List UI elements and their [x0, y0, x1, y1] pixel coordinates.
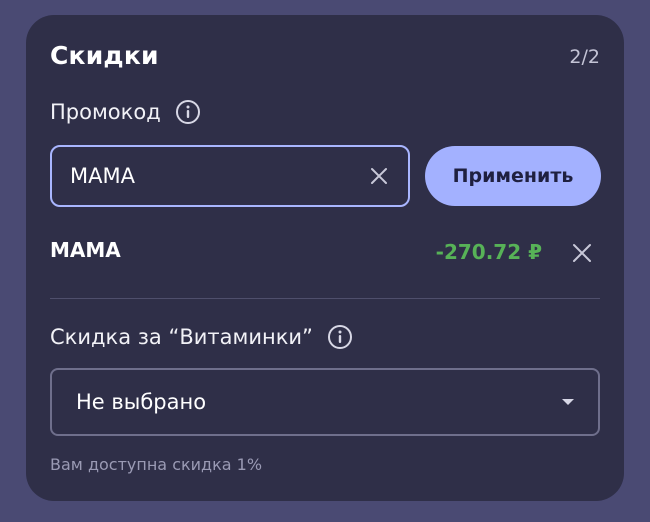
- apply-promo-button[interactable]: Применить: [425, 146, 601, 206]
- chevron-down-icon: [562, 399, 574, 405]
- vitamin-select-value: Не выбрано: [76, 390, 207, 414]
- vitamin-label-row: Скидка за “Витаминки”: [50, 324, 353, 350]
- clear-input-icon[interactable]: [350, 147, 408, 205]
- discounts-counter: 2/2: [569, 46, 600, 68]
- discounts-title: Скидки: [50, 41, 159, 70]
- discounts-card: Скидки 2/2 Промокод Применить МАМА -270.…: [26, 15, 624, 501]
- applied-promo-code: МАМА: [50, 238, 121, 262]
- section-divider: [50, 298, 600, 299]
- remove-promo-icon[interactable]: [566, 237, 598, 269]
- info-icon[interactable]: [175, 99, 201, 125]
- vitamin-discount-label: Скидка за “Витаминки”: [50, 325, 313, 349]
- promo-code-input[interactable]: [52, 146, 350, 206]
- applied-promo-amount: -270.72 ₽: [435, 240, 542, 264]
- vitamin-discount-select[interactable]: Не выбрано: [50, 368, 600, 436]
- vitamin-discount-hint: Вам доступна скидка 1%: [50, 455, 263, 474]
- promo-input-box: [50, 145, 410, 207]
- promo-label: Промокод: [50, 100, 161, 124]
- info-icon[interactable]: [327, 324, 353, 350]
- promo-label-row: Промокод: [50, 99, 201, 125]
